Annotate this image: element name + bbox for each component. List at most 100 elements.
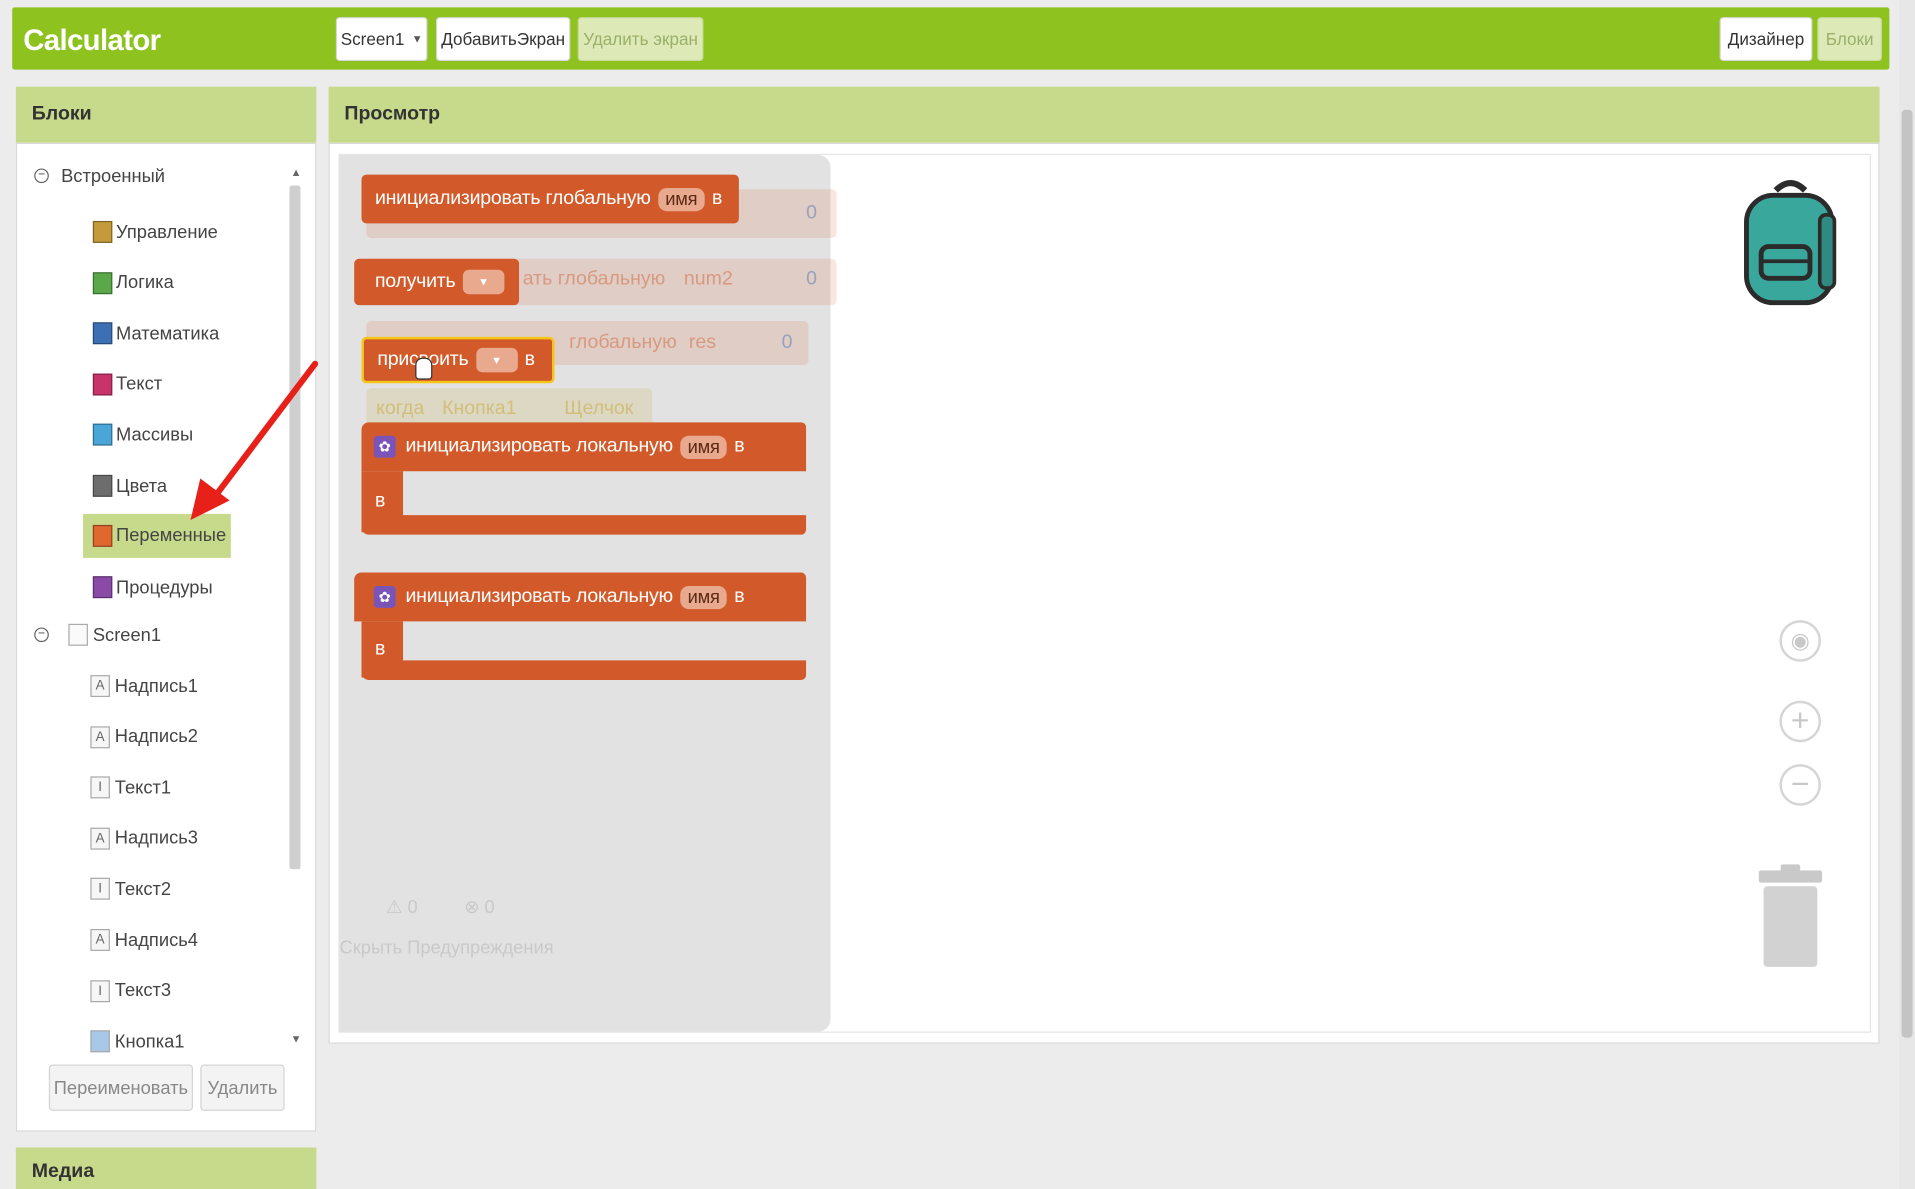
- tree-item-label: Логика: [116, 272, 174, 294]
- component-item-3[interactable]: A Надпись3: [90, 824, 198, 853]
- tree-item-5[interactable]: Цвета: [92, 471, 168, 500]
- error-icon: ⊗: [464, 897, 480, 918]
- component-item-0[interactable]: A Надпись1: [90, 671, 198, 700]
- tree-item-label: Управление: [116, 221, 218, 243]
- component-item-2[interactable]: I Текст1: [90, 773, 171, 802]
- gear-icon[interactable]: ✿: [373, 585, 396, 608]
- screen-select-label: Screen1: [340, 29, 405, 49]
- scroll-up-icon[interactable]: ▲: [291, 166, 302, 178]
- tree-item-4[interactable]: Массивы: [92, 420, 194, 449]
- tree-item-7[interactable]: Процедуры: [92, 573, 213, 602]
- tree-item-0[interactable]: Управление: [92, 217, 218, 246]
- component-item-7[interactable]: Кнопка1: [90, 1027, 185, 1056]
- warning-count: 0: [407, 897, 418, 918]
- ghost-text: Щелчок: [564, 397, 634, 419]
- media-panel-header: Медиа: [15, 1147, 317, 1189]
- warning-indicator[interactable]: ⚠ 0: [386, 896, 418, 918]
- remove-screen-button[interactable]: Удалить экран: [577, 17, 704, 62]
- label-component-icon: A: [90, 725, 110, 748]
- category-swatch-icon: [92, 474, 113, 497]
- page-scrollbar[interactable]: [1899, 0, 1915, 1189]
- category-swatch-icon: [92, 424, 113, 447]
- collapse-icon[interactable]: −: [34, 627, 49, 643]
- category-swatch-icon: [92, 271, 113, 294]
- tree-item-2[interactable]: Математика: [92, 319, 220, 348]
- category-swatch-icon: [92, 373, 113, 396]
- name-chip[interactable]: имя: [657, 187, 705, 211]
- block-label: инициализировать глобальную: [374, 187, 651, 209]
- ghost-text: 0: [806, 202, 817, 224]
- zoom-out-icon[interactable]: −: [1779, 764, 1821, 806]
- get-block[interactable]: получить ▼: [354, 258, 519, 306]
- blocks-tree: − Встроенный − Screen1 Управление Логика М…: [19, 148, 308, 1058]
- screen-icon: [68, 623, 88, 646]
- error-count: 0: [484, 897, 495, 918]
- name-chip[interactable]: имя: [680, 585, 727, 609]
- viewer-header: Просмотр: [328, 86, 1880, 143]
- blocks-button[interactable]: Блоки: [1817, 17, 1883, 62]
- tree-item-label: Математика: [116, 323, 220, 344]
- set-block[interactable]: присвоить ▼ в: [361, 336, 555, 384]
- error-indicator[interactable]: ⊗ 0: [464, 896, 495, 918]
- ghost-text: res: [688, 332, 716, 353]
- app-title: Calculator: [23, 24, 161, 58]
- component-item-4[interactable]: I Текст2: [90, 875, 171, 904]
- scroll-down-icon[interactable]: ▼: [291, 1033, 302, 1045]
- component-item-label: Надпись4: [114, 929, 198, 951]
- init-local-block[interactable]: ✿ инициализировать локальную имя в: [361, 422, 807, 472]
- block-label: инициализировать локальную: [405, 585, 673, 607]
- component-item-label: Текст3: [114, 980, 172, 1002]
- add-screen-button[interactable]: ДобавитьЭкран: [436, 17, 571, 62]
- ghost-text: Кнопка1: [442, 397, 517, 419]
- component-item-1[interactable]: A Надпись2: [90, 722, 198, 751]
- annotation-arrow-icon: [190, 360, 319, 521]
- ghost-text: когда: [376, 397, 425, 419]
- button-component-icon: [90, 1030, 110, 1053]
- tree-item-label: Цвета: [116, 475, 168, 497]
- designer-button[interactable]: Дизайнер: [1719, 17, 1813, 62]
- screen-select[interactable]: Screen1 ▼: [335, 17, 428, 62]
- tree-item-label: Массивы: [116, 424, 194, 446]
- block-label: в: [711, 187, 723, 209]
- recenter-icon[interactable]: ◉: [1779, 620, 1821, 662]
- trash-icon[interactable]: [1758, 864, 1823, 969]
- tree-screen1-label: Screen1: [92, 624, 162, 646]
- tree-item-3[interactable]: Текст: [92, 370, 162, 399]
- component-item-6[interactable]: I Текст3: [90, 976, 171, 1005]
- backpack-icon[interactable]: [1739, 178, 1842, 310]
- top-bar: Calculator Screen1 ▼ ДобавитьЭкран Удалит…: [12, 7, 1890, 70]
- hand-cursor-icon: [415, 357, 433, 380]
- block-label: в: [374, 638, 386, 660]
- hide-warnings-button[interactable]: Скрыть Предупреждения: [340, 938, 554, 959]
- page-scrollbar-thumb[interactable]: [1901, 109, 1913, 1038]
- block-label: в: [524, 349, 535, 370]
- tree-builtin[interactable]: − Встроенный: [34, 161, 165, 190]
- block-label: в: [734, 585, 745, 607]
- warning-icon: ⚠: [385, 897, 403, 918]
- init-local-foot: [361, 515, 807, 535]
- tree-screen1[interactable]: − Screen1: [34, 620, 161, 649]
- textbox-component-icon: I: [90, 776, 110, 799]
- name-chip[interactable]: имя: [680, 435, 727, 459]
- init-local-expr-block[interactable]: ✿ инициализировать локальную имя в: [354, 572, 807, 622]
- block-label: получить: [374, 271, 456, 292]
- component-item-5[interactable]: A Надпись4: [90, 925, 198, 954]
- block-label: в: [374, 490, 386, 512]
- category-swatch-icon: [92, 322, 113, 345]
- chevron-down-icon: ▼: [411, 32, 423, 46]
- category-swatch-icon: [92, 576, 113, 599]
- init-global-block[interactable]: инициализировать глобальную имя в: [361, 174, 740, 224]
- rename-button[interactable]: Переименовать: [48, 1064, 193, 1111]
- delete-button[interactable]: Удалить: [200, 1064, 285, 1111]
- tree-item-1[interactable]: Логика: [92, 268, 174, 297]
- dropdown-icon[interactable]: ▼: [475, 347, 518, 373]
- block-label: инициализировать локальную: [405, 435, 673, 457]
- dropdown-icon[interactable]: ▼: [462, 269, 505, 295]
- zoom-in-icon[interactable]: +: [1779, 700, 1821, 743]
- component-item-label: Текст1: [114, 777, 172, 798]
- textbox-component-icon: I: [90, 979, 110, 1002]
- component-item-label: Надпись3: [114, 828, 198, 849]
- gear-icon[interactable]: ✿: [373, 435, 396, 458]
- collapse-icon[interactable]: −: [34, 168, 49, 184]
- init-local-expr-foot: [361, 660, 807, 680]
